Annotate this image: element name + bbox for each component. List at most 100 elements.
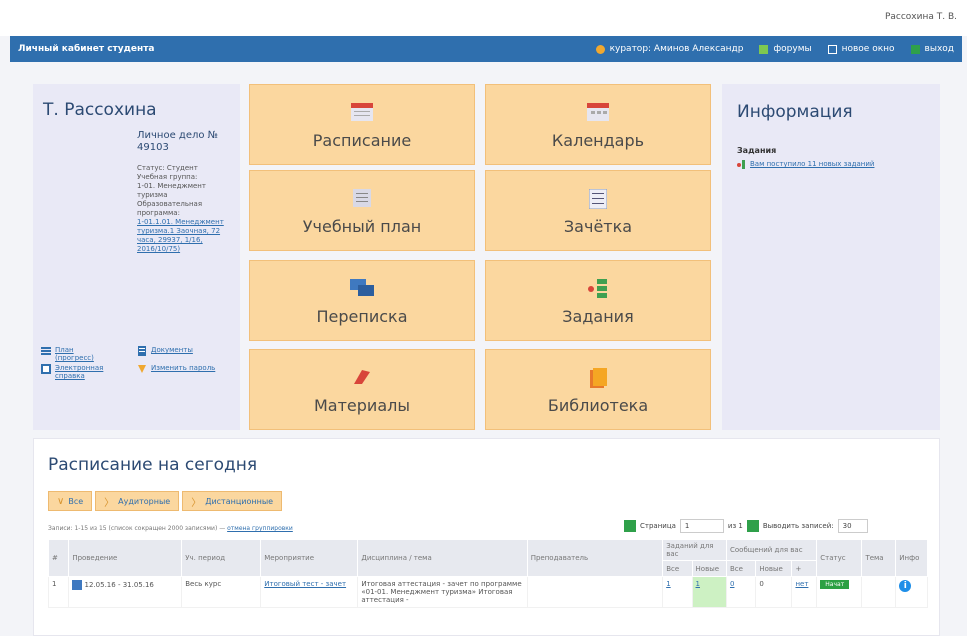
library-icon [588, 368, 608, 393]
filter-classroom-label: Аудиторные [118, 496, 171, 506]
group-label: Учебная группа: [137, 173, 198, 181]
calendar-icon [72, 580, 83, 590]
record-book-icon [588, 188, 608, 212]
col-number[interactable]: # [47, 539, 70, 577]
pager: Страница 1 из 1 Выводить записей: 30 [624, 519, 868, 533]
password-link-label: Изменить пароль [151, 364, 216, 372]
nav-forum-label: форумы [773, 44, 812, 54]
tile-library[interactable]: Библиотека [485, 349, 711, 430]
row-status: Начат [816, 576, 863, 608]
page-select[interactable]: 1 [679, 519, 724, 533]
nav-curator[interactable]: куратор: Аминов Александр [595, 44, 743, 54]
nav-exit-label: выход [924, 44, 954, 54]
student-status: Статус: Студент [137, 164, 198, 172]
tasks-icon [587, 279, 609, 302]
col-msg-new[interactable]: Новые [755, 560, 793, 577]
col-tasks-new[interactable]: Новые [691, 560, 727, 577]
tile-schedule-label: Расписание [312, 131, 412, 150]
row-msg-add-link[interactable]: нет [795, 580, 808, 588]
new-tasks-link[interactable]: Вам поступило 11 новых заданий [737, 160, 874, 171]
page-of: из 1 [727, 522, 743, 530]
col-event[interactable]: Мероприятие [260, 539, 359, 577]
tile-record-book[interactable]: Зачётка [485, 170, 711, 251]
info-subtitle: Задания [737, 146, 777, 155]
tasks-icon-small [737, 160, 746, 171]
certificate-link-label: Электронная справка [55, 364, 104, 380]
row-event-link[interactable]: Итоговый тест - зачет [264, 580, 346, 588]
materials-icon [352, 368, 372, 389]
row-msg-add: нет [791, 576, 818, 608]
table-header-row: # Проведение Уч. период Мероприятие Дисц… [47, 539, 928, 577]
documents-link[interactable]: Документы [137, 346, 227, 356]
col-msg-all[interactable]: Все [725, 560, 757, 577]
row-dates: 12.05.16 - 31.05.16 [68, 576, 183, 608]
nav-new-window-label: новое окно [841, 44, 895, 54]
tile-record-book-label: Зачётка [563, 217, 633, 236]
row-msg-new: 0 [755, 576, 793, 608]
user-name[interactable]: Рассохина Т. В. [885, 12, 957, 22]
col-msg-add[interactable]: + [791, 560, 818, 577]
col-discipline[interactable]: Дисциплина / тема [357, 539, 528, 577]
row-tasks-all-link[interactable]: 1 [666, 580, 670, 588]
nav-forum[interactable]: форумы [759, 44, 812, 54]
tile-schedule[interactable]: Расписание [249, 84, 475, 165]
row-tasks-all: 1 [662, 576, 693, 608]
tile-library-label: Библиотека [547, 396, 649, 415]
student-name: Т. Рассохина [43, 100, 157, 120]
per-page-select[interactable]: 30 [837, 519, 868, 533]
certificate-link[interactable]: Электронная справка [41, 364, 131, 380]
group-value: 1-01. Менеджмент туризма [137, 182, 206, 199]
program-link[interactable]: 1-01.1.01. Менеджмент туризма.1 Заочная,… [137, 218, 224, 253]
col-tasks: Заданий для вас [662, 539, 727, 561]
tile-messages[interactable]: Переписка [249, 260, 475, 341]
nav-new-window[interactable]: новое окно [827, 44, 895, 54]
row-period: Весь курс [181, 576, 262, 608]
tile-study-plan[interactable]: Учебный план [249, 170, 475, 251]
col-teacher[interactable]: Преподаватель [526, 539, 664, 577]
tile-tasks[interactable]: Задания [485, 260, 711, 341]
tile-materials[interactable]: Материалы [249, 349, 475, 430]
filter-distance-button[interactable]: 〉 Дистанционные [182, 491, 283, 511]
row-dates-text: 12.05.16 - 31.05.16 [84, 581, 154, 589]
main-navbar: Личный кабинет студента куратор: Аминов … [10, 36, 962, 62]
info-icon[interactable]: i [899, 580, 912, 592]
plan-link-label: План (прогресс) [55, 346, 94, 362]
tile-tasks-label: Задания [562, 307, 634, 326]
row-msg-all-link[interactable]: 0 [730, 580, 734, 588]
cabinet-title[interactable]: Личный кабинет студента [18, 44, 155, 54]
profile-panel: Т. Рассохина Личное дело № 49103 Статус:… [33, 84, 240, 430]
col-dates[interactable]: Проведение [68, 539, 183, 577]
per-page-label: Выводить записей: [762, 522, 834, 530]
plan-link[interactable]: План (прогресс) [41, 346, 113, 362]
password-link[interactable]: Изменить пароль [137, 364, 227, 374]
col-period[interactable]: Уч. период [181, 539, 262, 577]
records-summary-text: Записи: 1-15 из 15 (список сокращен 2000… [48, 525, 226, 532]
col-topic[interactable]: Тема [861, 539, 897, 577]
col-info[interactable]: Инфо [895, 539, 928, 577]
tile-messages-label: Переписка [316, 307, 408, 326]
top-strip: Рассохина Т. В. [0, 0, 967, 36]
col-messages: Сообщений для вас [725, 539, 818, 561]
ungroup-link[interactable]: отмена группировки [227, 525, 293, 532]
chevron-right-icon: 〉 [191, 497, 202, 509]
password-icon [137, 364, 147, 374]
table-row[interactable]: 1 12.05.16 - 31.05.16 Весь курс Итоговый… [47, 576, 928, 608]
next-page-icon[interactable] [746, 520, 759, 532]
student-details: Статус: Студент Учебная группа: 1-01. Ме… [137, 164, 233, 254]
info-title: Информация [737, 102, 853, 122]
row-info: i [895, 576, 928, 608]
row-tasks-new-link[interactable]: 1 [696, 580, 700, 588]
col-status[interactable]: Статус [816, 539, 863, 577]
curator-icon [595, 44, 605, 54]
exit-icon [910, 44, 920, 54]
chevron-right-icon: 〉 [104, 497, 115, 509]
tile-calendar[interactable]: Календарь [485, 84, 711, 165]
prev-page-icon[interactable] [624, 520, 636, 532]
row-discipline: Итоговая аттестация - зачет по программе… [357, 576, 528, 608]
nav-exit[interactable]: выход [910, 44, 954, 54]
filter-all-button[interactable]: ∨ Все [48, 491, 93, 511]
col-tasks-all[interactable]: Все [662, 560, 693, 577]
dossier-number: Личное дело № 49103 [137, 130, 219, 153]
filter-classroom-button[interactable]: 〉 Аудиторные [95, 491, 180, 511]
info-panel: Информация Задания Вам поступило 11 новы… [722, 84, 940, 430]
